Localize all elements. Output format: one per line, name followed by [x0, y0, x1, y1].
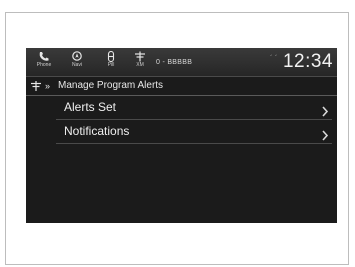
phone-label: Phone	[36, 62, 52, 68]
pill-label: Pill	[107, 62, 115, 68]
navi-icon[interactable]: Navi	[66, 51, 88, 73]
infotainment-screen: Phone Navi Pill XM 0 - BBBBB ´ ´ 12:34 »…	[26, 48, 337, 223]
xm-label: XM	[136, 62, 144, 68]
breadcrumb-separator: »	[45, 81, 51, 91]
station-readout: 0 - BBBBB	[156, 59, 193, 66]
chevron-right-icon	[321, 126, 329, 141]
status-bar: Phone Navi Pill XM 0 - BBBBB ´ ´ 12:34	[26, 48, 337, 77]
menu-item-alerts-set[interactable]: Alerts Set	[56, 96, 332, 120]
menu-item-label: Notifications	[64, 124, 130, 138]
menu-item-label: Alerts Set	[64, 100, 117, 114]
xm-antenna-icon[interactable]: XM	[129, 51, 151, 73]
page-title: Manage Program Alerts	[58, 80, 164, 91]
menu-item-notifications[interactable]: Notifications	[56, 120, 332, 144]
breadcrumb: » Manage Program Alerts	[26, 77, 337, 96]
phone-icon[interactable]: Phone	[33, 51, 55, 73]
navi-label: Navi	[71, 62, 82, 68]
chevron-right-icon	[321, 102, 329, 117]
pill-icon[interactable]: Pill	[100, 51, 122, 73]
clock: 12:34	[282, 51, 333, 72]
antenna-icon[interactable]	[30, 80, 42, 92]
signal-indicator: ´ ´	[270, 54, 278, 63]
